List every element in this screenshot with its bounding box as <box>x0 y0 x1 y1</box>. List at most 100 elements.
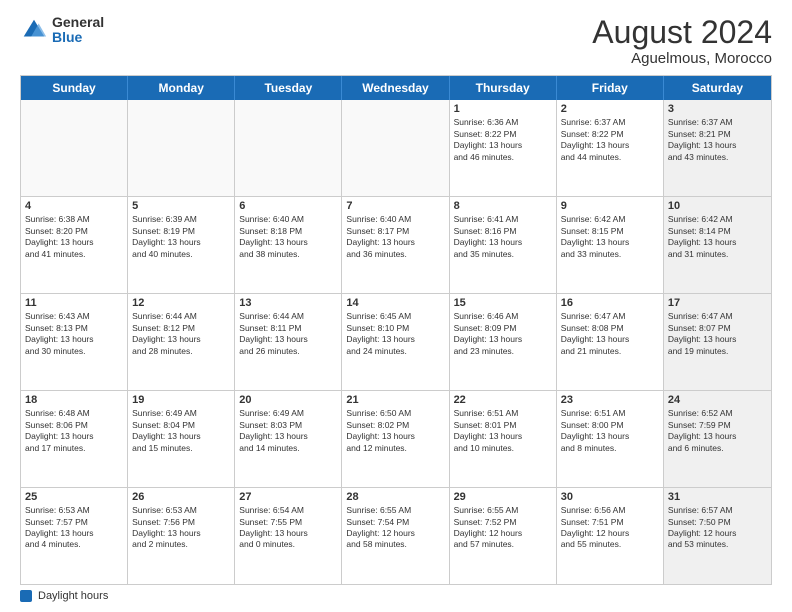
day-info: Sunrise: 6:51 AM Sunset: 8:00 PM Dayligh… <box>561 408 659 454</box>
calendar-cell: 12 Sunrise: 6:44 AM Sunset: 8:12 PM Dayli… <box>128 294 235 390</box>
day-number: 4 <box>25 200 123 212</box>
day-info: Sunrise: 6:39 AM Sunset: 8:19 PM Dayligh… <box>132 214 230 260</box>
day-number: 18 <box>25 394 123 406</box>
calendar-header: SundayMondayTuesdayWednesdayThursdayFrid… <box>21 76 771 100</box>
day-info: Sunrise: 6:46 AM Sunset: 8:09 PM Dayligh… <box>454 311 552 357</box>
day-number: 27 <box>239 491 337 503</box>
calendar-cell: 18 Sunrise: 6:48 AM Sunset: 8:06 PM Dayli… <box>21 391 128 487</box>
day-number: 7 <box>346 200 444 212</box>
calendar-cell <box>342 100 449 196</box>
calendar-cell: 14Sunrise: 6:45 AM Sunset: 8:10 PM Dayli… <box>342 294 449 390</box>
calendar-cell: 13 Sunrise: 6:44 AM Sunset: 8:11 PM Dayli… <box>235 294 342 390</box>
calendar-cell: 29 Sunrise: 6:55 AM Sunset: 7:52 PM Dayli… <box>450 488 557 584</box>
day-number: 8 <box>454 200 552 212</box>
day-info: Sunrise: 6:37 AM Sunset: 8:21 PM Dayligh… <box>668 117 767 163</box>
day-info: Sunrise: 6:55 AM Sunset: 7:52 PM Dayligh… <box>454 505 552 551</box>
calendar-cell: 22Sunrise: 6:51 AM Sunset: 8:01 PM Dayli… <box>450 391 557 487</box>
title-block: August 2024 Aguelmous, Morocco <box>592 15 772 67</box>
day-number: 26 <box>132 491 230 503</box>
day-info: Sunrise: 6:50 AM Sunset: 8:02 PM Dayligh… <box>346 408 444 454</box>
day-number: 20 <box>239 394 337 406</box>
calendar: SundayMondayTuesdayWednesdayThursdayFrid… <box>20 75 772 585</box>
calendar-header-cell: Wednesday <box>342 76 449 100</box>
day-info: Sunrise: 6:43 AM Sunset: 8:13 PM Dayligh… <box>25 311 123 357</box>
calendar-cell: 25Sunrise: 6:53 AM Sunset: 7:57 PM Dayli… <box>21 488 128 584</box>
calendar-cell: 4Sunrise: 6:38 AM Sunset: 8:20 PM Daylig… <box>21 197 128 293</box>
calendar-row: 4Sunrise: 6:38 AM Sunset: 8:20 PM Daylig… <box>21 197 771 294</box>
calendar-row: 1 Sunrise: 6:36 AM Sunset: 8:22 PM Daylig… <box>21 100 771 197</box>
calendar-body: 1 Sunrise: 6:36 AM Sunset: 8:22 PM Daylig… <box>21 100 771 584</box>
day-info: Sunrise: 6:42 AM Sunset: 8:15 PM Dayligh… <box>561 214 659 260</box>
calendar-header-cell: Thursday <box>450 76 557 100</box>
calendar-cell: 5 Sunrise: 6:39 AM Sunset: 8:19 PM Daylig… <box>128 197 235 293</box>
main-title: August 2024 <box>592 15 772 50</box>
calendar-cell: 3 Sunrise: 6:37 AM Sunset: 8:21 PM Daylig… <box>664 100 771 196</box>
day-info: Sunrise: 6:56 AM Sunset: 7:51 PM Dayligh… <box>561 505 659 551</box>
day-info: Sunrise: 6:44 AM Sunset: 8:12 PM Dayligh… <box>132 311 230 357</box>
day-info: Sunrise: 6:57 AM Sunset: 7:50 PM Dayligh… <box>668 505 767 551</box>
logo-text: General Blue <box>52 15 104 46</box>
day-number: 12 <box>132 297 230 309</box>
day-info: Sunrise: 6:49 AM Sunset: 8:03 PM Dayligh… <box>239 408 337 454</box>
day-info: Sunrise: 6:47 AM Sunset: 8:07 PM Dayligh… <box>668 311 767 357</box>
day-number: 28 <box>346 491 444 503</box>
day-number: 1 <box>454 103 552 115</box>
day-number: 2 <box>561 103 659 115</box>
day-info: Sunrise: 6:48 AM Sunset: 8:06 PM Dayligh… <box>25 408 123 454</box>
calendar-cell: 28 Sunrise: 6:55 AM Sunset: 7:54 PM Dayli… <box>342 488 449 584</box>
day-number: 30 <box>561 491 659 503</box>
day-info: Sunrise: 6:36 AM Sunset: 8:22 PM Dayligh… <box>454 117 552 163</box>
calendar-cell: 16 Sunrise: 6:47 AM Sunset: 8:08 PM Dayli… <box>557 294 664 390</box>
header: General Blue August 2024 Aguelmous, Moro… <box>20 15 772 67</box>
day-info: Sunrise: 6:44 AM Sunset: 8:11 PM Dayligh… <box>239 311 337 357</box>
day-number: 17 <box>668 297 767 309</box>
day-number: 5 <box>132 200 230 212</box>
footer-label: Daylight hours <box>38 590 108 602</box>
calendar-cell: 31 Sunrise: 6:57 AM Sunset: 7:50 PM Dayli… <box>664 488 771 584</box>
day-number: 14 <box>346 297 444 309</box>
calendar-cell: 21Sunrise: 6:50 AM Sunset: 8:02 PM Dayli… <box>342 391 449 487</box>
day-number: 6 <box>239 200 337 212</box>
calendar-cell: 27 Sunrise: 6:54 AM Sunset: 7:55 PM Dayli… <box>235 488 342 584</box>
day-number: 13 <box>239 297 337 309</box>
day-info: Sunrise: 6:53 AM Sunset: 7:56 PM Dayligh… <box>132 505 230 551</box>
calendar-row: 25Sunrise: 6:53 AM Sunset: 7:57 PM Dayli… <box>21 488 771 584</box>
day-number: 29 <box>454 491 552 503</box>
calendar-header-cell: Saturday <box>664 76 771 100</box>
calendar-row: 18 Sunrise: 6:48 AM Sunset: 8:06 PM Dayli… <box>21 391 771 488</box>
day-number: 3 <box>668 103 767 115</box>
logo: General Blue <box>20 15 104 46</box>
day-number: 24 <box>668 394 767 406</box>
day-info: Sunrise: 6:54 AM Sunset: 7:55 PM Dayligh… <box>239 505 337 551</box>
subtitle: Aguelmous, Morocco <box>592 50 772 67</box>
day-number: 9 <box>561 200 659 212</box>
calendar-header-cell: Tuesday <box>235 76 342 100</box>
day-number: 16 <box>561 297 659 309</box>
day-info: Sunrise: 6:47 AM Sunset: 8:08 PM Dayligh… <box>561 311 659 357</box>
day-info: Sunrise: 6:52 AM Sunset: 7:59 PM Dayligh… <box>668 408 767 454</box>
calendar-cell: 15 Sunrise: 6:46 AM Sunset: 8:09 PM Dayli… <box>450 294 557 390</box>
day-info: Sunrise: 6:49 AM Sunset: 8:04 PM Dayligh… <box>132 408 230 454</box>
calendar-cell <box>128 100 235 196</box>
day-info: Sunrise: 6:55 AM Sunset: 7:54 PM Dayligh… <box>346 505 444 551</box>
day-info: Sunrise: 6:53 AM Sunset: 7:57 PM Dayligh… <box>25 505 123 551</box>
calendar-cell: 23 Sunrise: 6:51 AM Sunset: 8:00 PM Dayli… <box>557 391 664 487</box>
day-number: 23 <box>561 394 659 406</box>
day-number: 31 <box>668 491 767 503</box>
page: General Blue August 2024 Aguelmous, Moro… <box>0 0 792 612</box>
day-info: Sunrise: 6:41 AM Sunset: 8:16 PM Dayligh… <box>454 214 552 260</box>
calendar-cell <box>21 100 128 196</box>
calendar-cell: 24 Sunrise: 6:52 AM Sunset: 7:59 PM Dayli… <box>664 391 771 487</box>
day-number: 22 <box>454 394 552 406</box>
calendar-cell: 8 Sunrise: 6:41 AM Sunset: 8:16 PM Daylig… <box>450 197 557 293</box>
logo-blue: Blue <box>52 30 104 45</box>
calendar-header-cell: Sunday <box>21 76 128 100</box>
calendar-cell: 26 Sunrise: 6:53 AM Sunset: 7:56 PM Dayli… <box>128 488 235 584</box>
calendar-cell: 11 Sunrise: 6:43 AM Sunset: 8:13 PM Dayli… <box>21 294 128 390</box>
day-number: 15 <box>454 297 552 309</box>
calendar-cell: 30 Sunrise: 6:56 AM Sunset: 7:51 PM Dayli… <box>557 488 664 584</box>
day-info: Sunrise: 6:37 AM Sunset: 8:22 PM Dayligh… <box>561 117 659 163</box>
calendar-cell: 20 Sunrise: 6:49 AM Sunset: 8:03 PM Dayli… <box>235 391 342 487</box>
day-number: 11 <box>25 297 123 309</box>
day-info: Sunrise: 6:40 AM Sunset: 8:18 PM Dayligh… <box>239 214 337 260</box>
